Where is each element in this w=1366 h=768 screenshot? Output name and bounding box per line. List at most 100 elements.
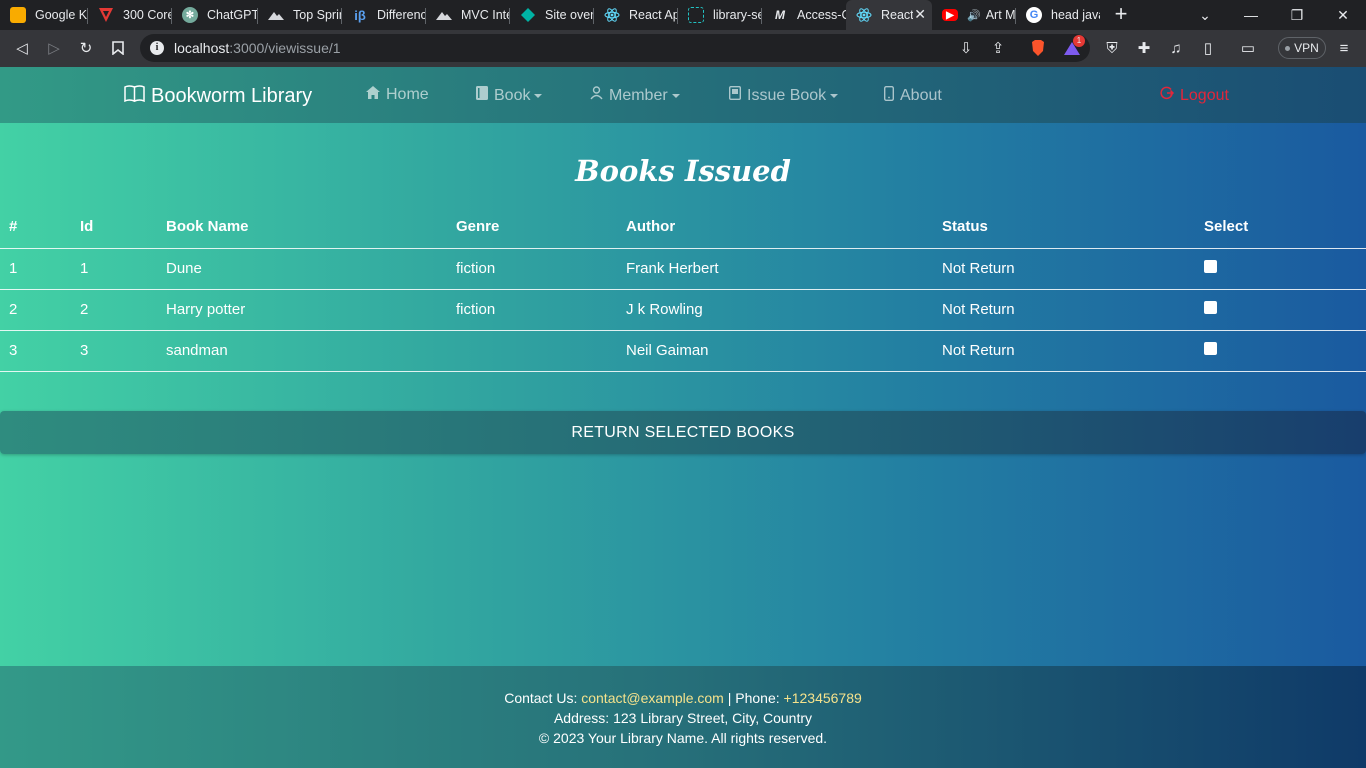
cell-id: 1 <box>71 248 157 290</box>
cell-index: 1 <box>0 248 71 290</box>
nav-issue-book-label: Issue Book <box>747 86 827 104</box>
column-header-status: Status <box>933 206 1195 249</box>
person-icon <box>590 86 603 105</box>
nav-book-label: Book <box>494 86 531 104</box>
footer-copyright: © 2023 Your Library Name. All rights res… <box>538 730 828 746</box>
tab-title: library-se <box>713 8 762 22</box>
contact-email-link[interactable]: contact@example.com <box>581 690 724 706</box>
chevron-down-icon <box>671 93 680 98</box>
cell-book-name: sandman <box>157 330 447 372</box>
tab-title: Top Sprin <box>293 8 342 22</box>
phone-label: Phone: <box>735 690 780 706</box>
site-info-icon[interactable]: i <box>150 41 164 55</box>
notification-badge: 1 <box>1073 35 1085 47</box>
logout-icon <box>1160 86 1175 105</box>
contact-label: Contact Us: <box>504 690 578 706</box>
install-app-icon[interactable]: ⇩ <box>956 38 976 58</box>
wallet-icon[interactable]: ▭ <box>1238 38 1258 58</box>
mountain-icon <box>268 7 284 23</box>
reload-icon[interactable]: ↻ <box>76 38 96 58</box>
brand-link[interactable]: Bookworm Library <box>124 84 312 108</box>
browser-tab[interactable]: M Access-C <box>762 0 846 30</box>
restore-icon[interactable]: ❐ <box>1274 0 1320 30</box>
browser-tab[interactable]: Top Sprin <box>258 0 342 30</box>
contact-separator: | <box>727 690 732 706</box>
brave-rewards-icon[interactable]: 1 <box>1062 35 1085 58</box>
youtube-icon: ▶ <box>942 9 958 21</box>
extensions-puzzle-icon[interactable]: ✚ <box>1134 38 1154 58</box>
bookmark-icon[interactable] <box>108 38 128 58</box>
new-tab-icon[interactable]: + <box>1110 3 1132 25</box>
table-row: 1 1 Dune fiction Frank Herbert Not Retur… <box>0 248 1366 290</box>
keep-icon <box>10 7 26 23</box>
back-icon[interactable]: ◁ <box>12 38 32 58</box>
cell-author: Neil Gaiman <box>617 330 933 372</box>
share-icon[interactable]: ⇪ <box>988 38 1008 58</box>
close-window-icon[interactable]: ✕ <box>1320 0 1366 30</box>
browser-tab[interactable]: library-se <box>678 0 762 30</box>
browser-toolbar: ◁ ▷ ↻ i localhost:3000/viewissue/1 ⇩ ⇪ 1… <box>0 30 1366 67</box>
ib-icon: iβ <box>354 7 366 23</box>
journal-icon <box>728 85 742 105</box>
vpn-label: VPN <box>1294 41 1319 55</box>
browser-tab-active[interactable]: React ✕ <box>846 0 932 30</box>
column-header-genre: Genre <box>447 206 617 249</box>
media-playlist-icon[interactable]: ♫ <box>1166 38 1186 58</box>
nav-book-dropdown[interactable]: Book <box>476 86 543 105</box>
browser-tab[interactable]: React Ap <box>594 0 678 30</box>
browser-tab[interactable]: G head java <box>1016 0 1100 30</box>
diamond-icon <box>520 7 536 23</box>
minimize-icon[interactable]: — <box>1228 0 1274 30</box>
cell-book-name: Dune <box>157 248 447 290</box>
mountain-icon <box>436 7 452 23</box>
logout-link[interactable]: Logout <box>1160 86 1229 105</box>
sidebar-icon[interactable]: ▯ <box>1198 38 1218 58</box>
vpn-button[interactable]: VPN <box>1278 37 1326 59</box>
browser-tab[interactable]: 300 Core <box>88 0 172 30</box>
navbar: Bookworm Library Home Book Member Issue … <box>0 67 1366 123</box>
brave-shields-icon[interactable] <box>1028 38 1048 58</box>
browser-tab[interactable]: iβ Differenc <box>342 0 426 30</box>
nav-member-dropdown[interactable]: Member <box>590 86 680 105</box>
select-checkbox[interactable] <box>1204 260 1217 273</box>
browser-tab[interactable]: Google K <box>0 0 88 30</box>
vpn-status-dot <box>1285 45 1291 51</box>
return-selected-books-button[interactable]: RETURN SELECTED BOOKS <box>0 411 1366 454</box>
chevron-down-icon <box>830 93 839 98</box>
browser-tab[interactable]: MVC Inte <box>426 0 510 30</box>
tab-title: MVC Inte <box>461 8 510 22</box>
select-checkbox[interactable] <box>1204 342 1217 355</box>
issued-books-table: # Id Book Name Genre Author Status Selec… <box>0 206 1366 372</box>
close-tab-icon[interactable]: ✕ <box>914 6 926 23</box>
cell-author: J k Rowling <box>617 289 933 331</box>
react-icon <box>604 7 620 23</box>
browser-tab[interactable]: Site over <box>510 0 594 30</box>
cell-status: Not Return <box>933 330 1195 372</box>
tab-title: React <box>881 8 913 22</box>
cell-select <box>1195 248 1366 290</box>
nav-home[interactable]: Home <box>366 86 429 104</box>
page-title: Books Issued <box>575 154 791 188</box>
brand-name: Bookworm Library <box>151 84 313 107</box>
nav-about[interactable]: About <box>883 85 942 106</box>
home-icon <box>366 86 380 104</box>
address-bar[interactable]: i localhost:3000/viewissue/1 <box>140 34 1090 62</box>
browser-tab-strip: Google K 300 Core ✻ ChatGPT Top Sprin iβ… <box>0 0 1366 30</box>
table-row: 2 2 Harry potter fiction J k Rowling Not… <box>0 289 1366 331</box>
tab-search-chevron-icon[interactable]: ⌄ <box>1182 0 1228 30</box>
contact-phone-link[interactable]: +123456789 <box>784 690 862 706</box>
browser-tab[interactable]: ▶ 🔊 Art M <box>932 0 1016 30</box>
nav-member-label: Member <box>609 86 668 104</box>
cell-status: Not Return <box>933 248 1195 290</box>
tab-title: Access-C <box>797 8 846 22</box>
tab-title: head java <box>1051 8 1100 22</box>
nav-issue-book-dropdown[interactable]: Issue Book <box>728 85 839 105</box>
shield-extension-icon[interactable]: ⛨ <box>1102 38 1122 58</box>
browser-menu-icon[interactable]: ≡ <box>1334 38 1354 58</box>
tab-title: Differenc <box>377 8 426 22</box>
browser-tab[interactable]: ✻ ChatGPT <box>172 0 258 30</box>
footer-address: Address: 123 Library Street, City, Count… <box>553 710 813 726</box>
nav-home-label: Home <box>386 86 429 103</box>
select-checkbox[interactable] <box>1204 301 1217 314</box>
forward-icon[interactable]: ▷ <box>44 38 64 58</box>
